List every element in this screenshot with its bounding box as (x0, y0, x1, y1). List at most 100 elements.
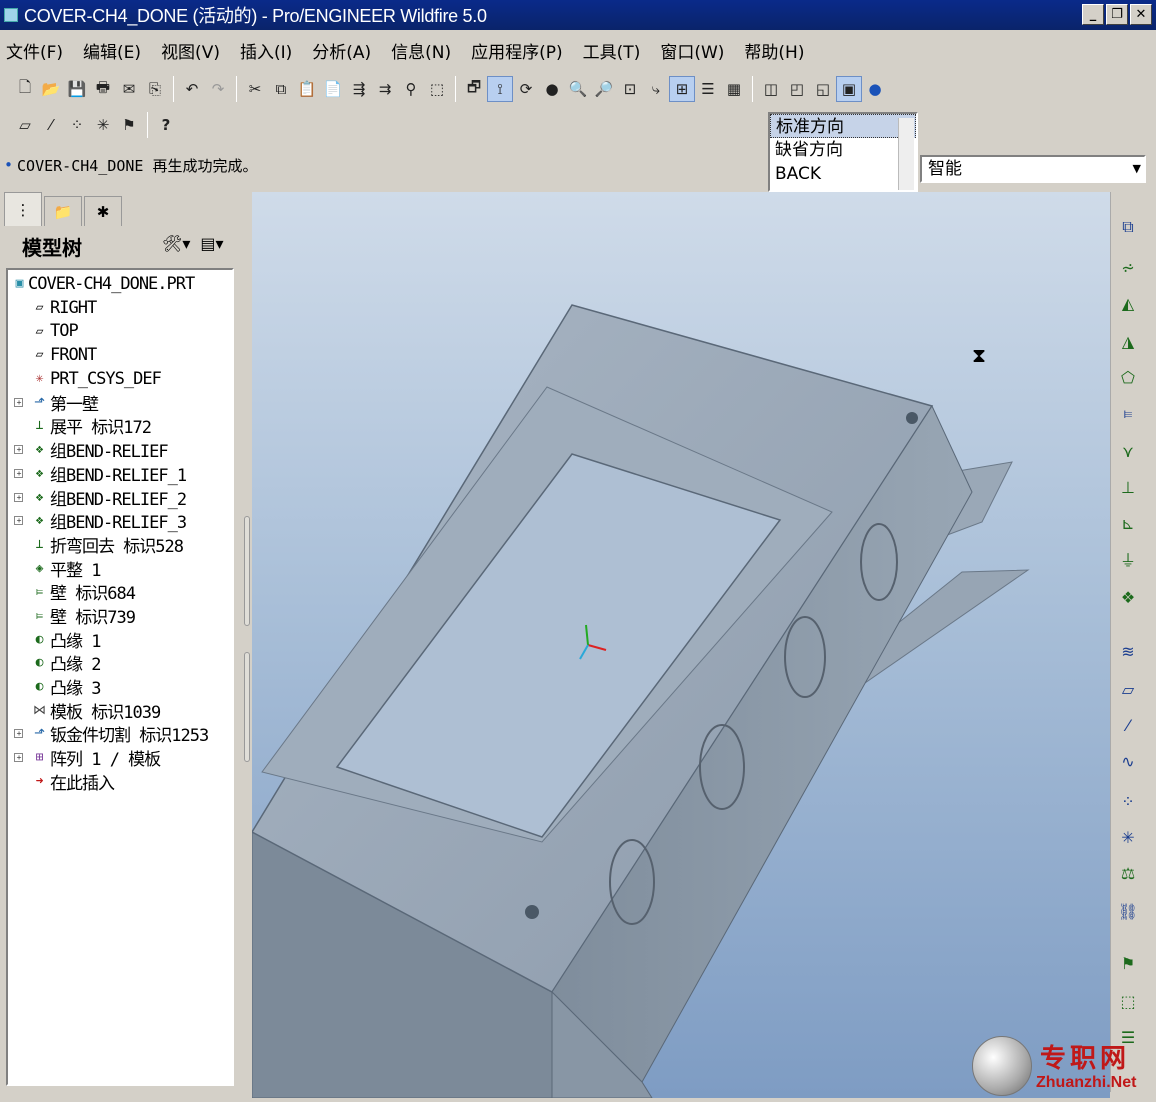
refit-icon[interactable]: ⊡ (617, 76, 643, 102)
menu-info[interactable]: 信息(N) (391, 38, 451, 63)
expand-icon[interactable]: + (14, 492, 23, 502)
print-icon[interactable]: 🖶 (90, 76, 116, 102)
context-help-icon[interactable]: ? (153, 112, 179, 138)
tree-item[interactable]: ◐ 凸缘 1 (8, 627, 232, 652)
flat-pattern-icon[interactable]: ⏚ (1115, 546, 1141, 572)
annotation-display-icon[interactable]: ⚑ (116, 112, 142, 138)
layers-icon[interactable]: ☰ (695, 76, 721, 102)
point-display-icon[interactable]: ⁘ (64, 112, 90, 138)
menu-file[interactable]: 文件(F) (6, 38, 63, 63)
restore-button[interactable]: ❐ (1106, 4, 1128, 25)
plane-tool-icon[interactable]: ▱ (1115, 676, 1141, 702)
orient-mode-icon[interactable]: ⟳ (513, 76, 539, 102)
extrude-wall-icon[interactable]: ⩫ (1115, 254, 1141, 280)
menu-tools[interactable]: 工具(T) (583, 38, 641, 63)
paste-special-icon[interactable]: 📄 (320, 76, 346, 102)
paste-icon[interactable]: 📋 (294, 76, 320, 102)
tree-item[interactable]: + ⊞ 阵列 1 / 模板 (8, 746, 232, 770)
menu-help[interactable]: 帮助(H) (744, 38, 804, 63)
menu-applications[interactable]: 应用程序(P) (471, 38, 563, 63)
tree-item[interactable]: + ❖ 组BEND-RELIEF_1 (8, 462, 232, 486)
form-tool-icon[interactable]: ❖ (1115, 584, 1141, 610)
menu-view[interactable]: 视图(V) (161, 38, 220, 63)
regenerate-icon[interactable]: ⇶ (346, 76, 372, 102)
annotation-tool-icon[interactable]: ⚑ (1115, 950, 1141, 976)
tree-item[interactable]: ◐ 凸缘 2 (8, 651, 232, 675)
wall-tool-icon[interactable]: ⫢ (1115, 400, 1141, 426)
csys-tool-icon[interactable]: ✳ (1115, 824, 1141, 850)
expand-icon[interactable]: + (14, 729, 23, 739)
bend-back-tool-icon[interactable]: ⊾ (1115, 510, 1141, 536)
menu-analysis[interactable]: 分析(A) (312, 38, 371, 63)
tree-item[interactable]: ➜ 在此插入 (8, 769, 232, 794)
tab-model-tree[interactable]: ⋮ (4, 192, 42, 226)
tree-item[interactable]: ⊥ 展平 标识172 (8, 414, 232, 438)
open-file-icon[interactable]: 📂 (38, 76, 64, 102)
csys-display-icon[interactable]: ✳ (90, 112, 116, 138)
datum-plane-tool-icon[interactable]: ≋ (1115, 638, 1141, 664)
new-file-icon[interactable]: 🗋 (12, 76, 38, 102)
repaint-icon[interactable]: 🗗 (461, 76, 487, 102)
find-icon[interactable]: ⚲ (398, 76, 424, 102)
drawing-tool-icon[interactable]: ⬚ (1115, 988, 1141, 1014)
shaded-display-icon[interactable]: ▣ (836, 76, 862, 102)
zoom-in-icon[interactable]: 🔍 (565, 76, 591, 102)
send-email-icon[interactable]: ✉ (116, 76, 142, 102)
reorient-icon[interactable]: ⤷ (643, 76, 669, 102)
wireframe-icon[interactable]: ◫ (758, 76, 784, 102)
view-manager-icon[interactable]: ▦ (721, 76, 747, 102)
tree-item[interactable]: + ❖ 组BEND-RELIEF_3 (8, 509, 232, 533)
spin-center-icon[interactable]: ⟟ (487, 76, 513, 102)
copy-icon[interactable]: ⧉ (268, 76, 294, 102)
no-hidden-icon[interactable]: ◱ (810, 76, 836, 102)
chain-tool-icon[interactable]: ⛓ (1115, 898, 1141, 924)
expand-icon[interactable]: + (14, 753, 23, 763)
tree-item[interactable]: ⫢ 壁 标识739 (8, 604, 232, 628)
undo-icon[interactable]: ↶ (179, 76, 205, 102)
graphics-window[interactable] (252, 192, 1110, 1098)
tree-item[interactable]: + ⬏ 第一壁 (8, 390, 232, 415)
saved-views-dropdown[interactable]: 标准方向 缺省方向 BACK (768, 112, 918, 192)
expand-icon[interactable]: + (14, 468, 23, 478)
tree-item[interactable]: ⫢ 壁 标识684 (8, 580, 232, 604)
tree-item[interactable]: ▱ TOP (8, 319, 232, 343)
unbend-tool-icon[interactable]: ⊥ (1115, 474, 1141, 500)
saved-views-icon[interactable]: ⊞ (669, 76, 695, 102)
tree-item[interactable]: ◈ 平整 1 (8, 556, 232, 581)
revolve-wall-icon[interactable]: ◭ (1115, 290, 1141, 316)
pane-splitter[interactable] (242, 192, 252, 1092)
filter-select[interactable]: 智能 ▼ (920, 155, 1146, 183)
tab-folder-browser[interactable]: 📁 (44, 196, 82, 226)
view-option[interactable]: 缺省方向 (770, 138, 916, 162)
tree-item[interactable]: ✳ PRT_CSYS_DEF (8, 367, 232, 391)
view-list-scrollbar[interactable] (898, 118, 914, 190)
menu-insert[interactable]: 插入(I) (240, 38, 292, 63)
send-link-icon[interactable]: ⎘ (142, 76, 168, 102)
cut-icon[interactable]: ✂ (242, 76, 268, 102)
splitter-grip[interactable] (244, 516, 250, 626)
analysis-tool-icon[interactable]: ⚖ (1115, 860, 1141, 886)
tree-item[interactable]: ◐ 凸缘 3 (8, 675, 232, 699)
expand-icon[interactable]: + (14, 516, 23, 526)
flat-wall-tool-icon[interactable]: ⧉ (1115, 214, 1141, 240)
tree-item[interactable]: ▣ COVER-CH4_DONE.PRT (8, 272, 232, 296)
minimize-button[interactable]: _ (1082, 4, 1104, 25)
tree-item[interactable]: ⋈ 模板 标识1039 (8, 698, 232, 723)
tree-item[interactable]: + ❖ 组BEND-RELIEF (8, 438, 232, 462)
splitter-grip[interactable] (244, 652, 250, 762)
zoom-out-icon[interactable]: 🔎 (591, 76, 617, 102)
sketch-tool-icon[interactable]: ∿ (1115, 748, 1141, 774)
tree-item[interactable]: + ❖ 组BEND-RELIEF_2 (8, 485, 232, 510)
axis-display-icon[interactable]: ⁄ (38, 112, 64, 138)
blend-wall-icon[interactable]: ◮ (1115, 328, 1141, 354)
menu-edit[interactable]: 编辑(E) (83, 38, 141, 63)
expand-icon[interactable]: + (14, 445, 23, 455)
selection-box-icon[interactable]: ⬚ (424, 76, 450, 102)
tree-settings-icon[interactable]: 🛠▾ (162, 234, 190, 253)
tree-item[interactable]: ▱ FRONT (8, 343, 232, 367)
expand-icon[interactable]: + (14, 397, 23, 407)
bend-tool-icon[interactable]: ⋎ (1115, 438, 1141, 464)
save-icon[interactable]: 💾 (64, 76, 90, 102)
tab-favorites[interactable]: ✱ (84, 196, 122, 226)
redo-icon[interactable]: ↷ (205, 76, 231, 102)
